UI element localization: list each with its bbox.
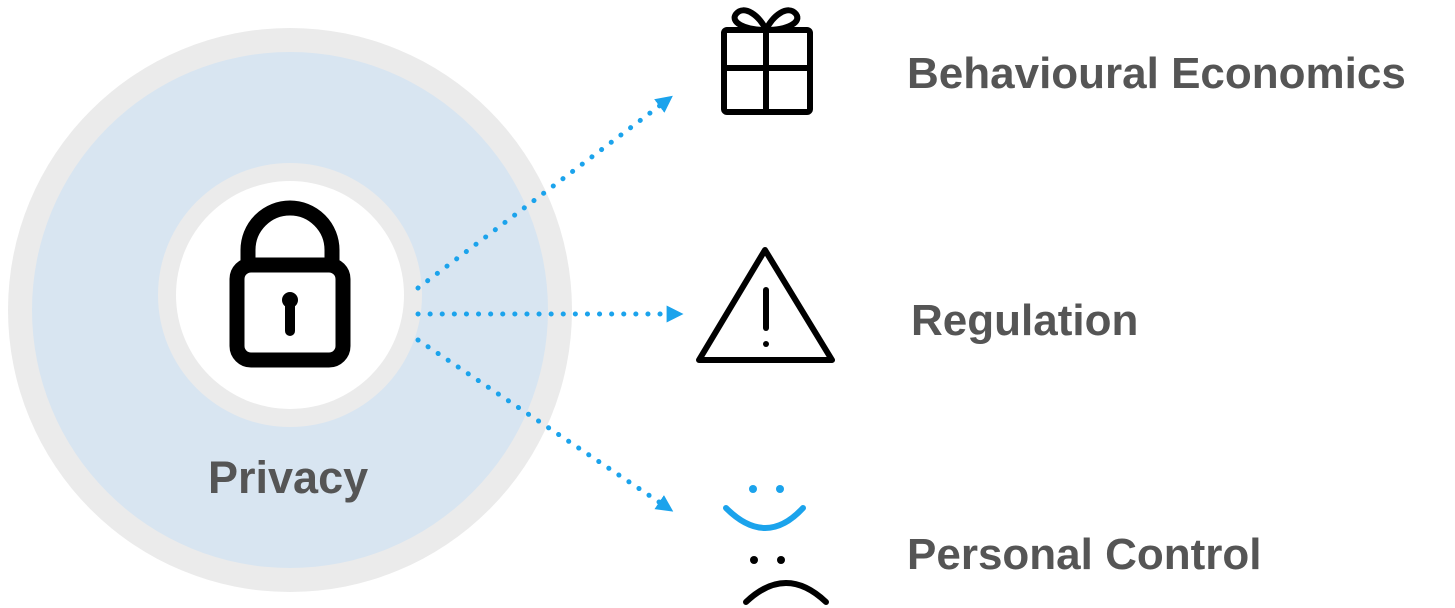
privacy-label: Privacy	[208, 452, 369, 503]
happy-sad-faces-icon	[723, 485, 829, 605]
gift-icon	[721, 7, 813, 115]
branch-label-regulation: Regulation	[911, 296, 1139, 345]
branch-label-behavioural-economics: Behavioural Economics	[907, 49, 1406, 98]
branch-label-personal-control: Personal Control	[907, 530, 1262, 579]
frown-face-icon	[743, 556, 829, 605]
smile-face-icon	[723, 485, 806, 531]
warning-icon	[696, 247, 835, 363]
